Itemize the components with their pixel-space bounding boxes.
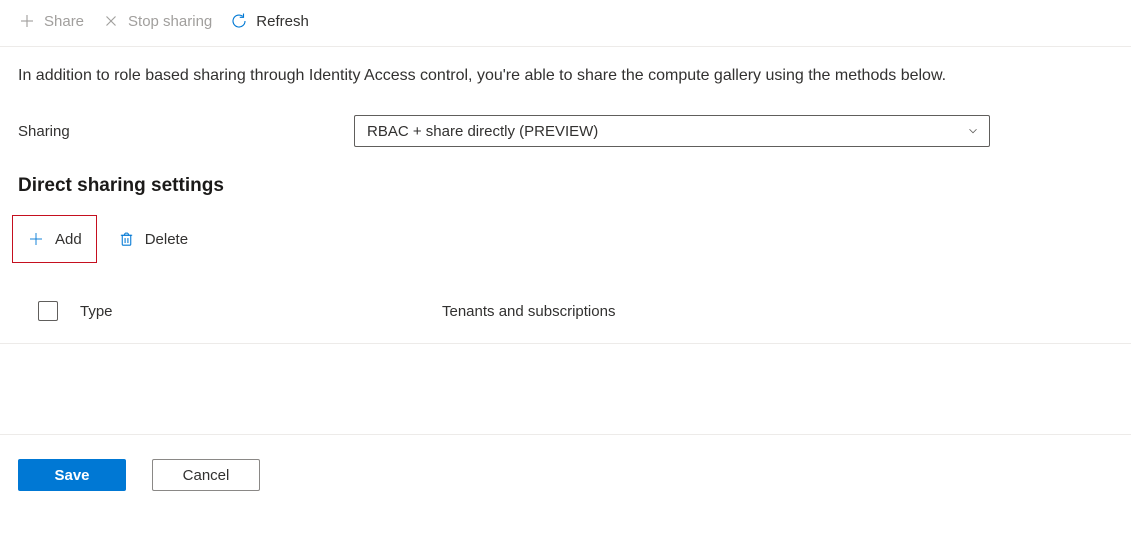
trash-icon (118, 231, 135, 248)
add-button[interactable]: Add (12, 215, 97, 263)
share-label: Share (44, 13, 84, 30)
delete-button[interactable]: Delete (103, 215, 203, 263)
cancel-button[interactable]: Cancel (152, 459, 260, 491)
sharing-select-value: RBAC + share directly (PREVIEW) (354, 115, 990, 147)
close-icon (102, 12, 120, 30)
direct-sharing-actions: Add Delete (0, 197, 1131, 263)
column-type: Type (80, 303, 420, 320)
refresh-icon (230, 12, 248, 30)
toolbar: Share Stop sharing Refresh (0, 0, 1131, 47)
refresh-label: Refresh (256, 13, 309, 30)
sharing-label: Sharing (18, 123, 354, 140)
stop-sharing-label: Stop sharing (128, 13, 212, 30)
sharing-table-header: Type Tenants and subscriptions (0, 279, 1131, 344)
delete-label: Delete (145, 231, 188, 248)
select-all-checkbox[interactable] (38, 301, 58, 321)
page-description: In addition to role based sharing throug… (0, 47, 1131, 87)
save-button[interactable]: Save (18, 459, 126, 491)
add-label: Add (55, 231, 82, 248)
column-tenants: Tenants and subscriptions (442, 303, 1113, 320)
share-button[interactable]: Share (18, 12, 84, 30)
sharing-select[interactable]: RBAC + share directly (PREVIEW) (354, 115, 990, 147)
direct-sharing-heading: Direct sharing settings (0, 147, 1131, 197)
stop-sharing-button[interactable]: Stop sharing (102, 12, 212, 30)
footer: Save Cancel (0, 434, 1131, 515)
plus-icon (27, 230, 45, 248)
refresh-button[interactable]: Refresh (230, 12, 309, 30)
sharing-row: Sharing RBAC + share directly (PREVIEW) (0, 87, 1131, 147)
plus-icon (18, 12, 36, 30)
